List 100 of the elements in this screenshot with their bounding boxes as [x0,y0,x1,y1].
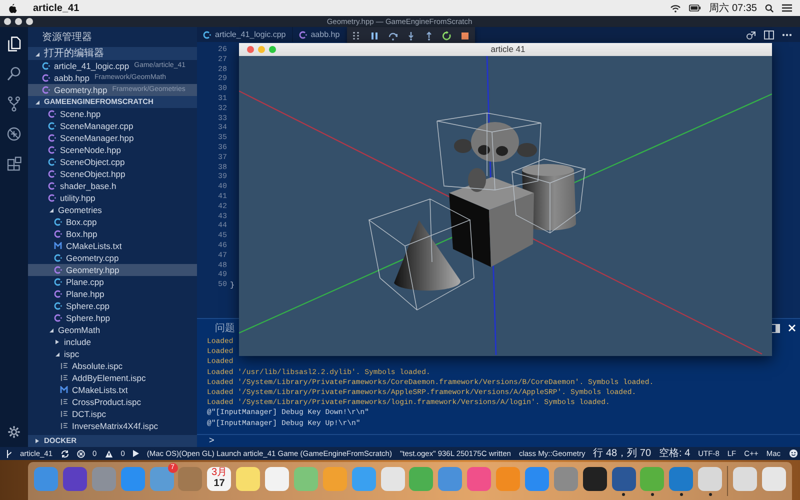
file-item[interactable]: Box.hpp [28,228,197,240]
files-icon[interactable] [5,35,23,53]
clock[interactable]: 周六 07:35 [709,0,757,16]
play-icon[interactable] [132,450,139,457]
folder-item[interactable]: Geometries [28,204,197,216]
file-item[interactable]: CMakeLists.txt [28,240,197,252]
folder-item[interactable]: ispc [28,348,197,360]
calendar-day: 17 [214,478,225,489]
step-out-icon[interactable] [424,30,434,40]
file-icon [48,134,56,142]
file-icon [60,374,68,382]
folder-item[interactable]: GeomMath [28,324,197,336]
stop-icon[interactable] [460,30,470,40]
file-item[interactable]: DCT.ispc [28,408,197,420]
file-item[interactable]: Geometry.hpp [28,264,197,276]
file-item[interactable]: Scene.hpp [28,108,197,120]
sync-icon[interactable] [60,450,69,458]
close-icon[interactable] [788,324,796,332]
file-icon [54,314,62,322]
file-item[interactable]: Geometry.cpp [28,252,197,264]
warning-icon [104,450,113,458]
file-item[interactable]: Box.cpp [28,216,197,228]
file-item[interactable]: SceneObject.cpp [28,156,197,168]
file-icon [42,74,50,82]
file-item[interactable]: AddByElement.ispc [28,372,197,384]
caret-icon[interactable] [34,50,40,56]
smiley-icon[interactable] [788,449,798,458]
file-item[interactable]: utility.hpp [28,192,197,204]
file-item[interactable]: CrossProduct.ispc [28,396,197,408]
file-icon [54,254,62,262]
file-icon [298,30,307,38]
app-name[interactable]: article_41 [33,0,80,16]
file-item[interactable]: InverseMatrix4X4f.ispc [28,420,197,432]
more-actions-icon[interactable] [782,32,792,36]
file-icon [60,422,68,430]
caret-icon[interactable] [48,327,54,333]
file-item[interactable]: SceneManager.cpp [28,120,197,132]
source-control-icon[interactable] [5,95,23,113]
step-into-icon[interactable] [406,30,416,40]
file-item[interactable]: Plane.hpp [28,288,197,300]
editor-tab[interactable]: article_41_logic.cpp [197,27,293,42]
file-icon [48,146,56,154]
split-editor-icon[interactable] [764,30,774,40]
branch-icon [6,450,12,458]
file-icon [54,242,62,250]
calendar-month: 3月 [211,468,228,478]
maximize-panel-icon[interactable] [771,324,780,332]
file-icon [54,278,62,286]
app-icon[interactable] [612,466,636,490]
editor-tab[interactable]: aabb.hp [292,27,340,42]
file-item[interactable]: CMakeLists.txt [28,384,197,396]
file-icon [54,230,62,238]
file-item[interactable]: SceneObject.hpp [28,168,197,180]
file-icon [54,290,62,298]
menu-icon[interactable] [782,4,792,12]
window-title: article 41 [490,43,526,56]
apple-logo-icon [8,3,17,13]
panel-tab[interactable]: 问题 [215,320,235,336]
status-item[interactable]: 行 48，列 70 [593,446,652,461]
caret-icon[interactable] [48,207,54,213]
file-item[interactable]: SceneNode.hpp [28,144,197,156]
file-icon [60,410,68,418]
file-icon [48,194,56,202]
file-icon [48,122,56,130]
compare-changes-icon[interactable] [746,30,756,40]
file-item[interactable]: shader_base.h [28,180,197,192]
file-icon [54,302,62,310]
step-over-icon[interactable] [388,30,398,40]
debug-icon[interactable] [5,125,23,143]
file-icon [54,266,62,274]
file-icon [54,218,62,226]
pause-icon[interactable] [370,30,380,40]
caret-icon[interactable] [34,99,40,105]
file-icon [48,158,56,166]
file-item[interactable]: Sphere.hpp [28,312,197,324]
search-icon[interactable] [5,65,23,83]
error-icon [76,450,85,458]
caret-icon[interactable] [34,438,40,444]
calendar-icon[interactable]: 3月 17 [207,466,232,490]
app-icon[interactable] [582,466,607,490]
file-item[interactable]: Sphere.cpp [28,300,197,312]
wifi-icon[interactable] [670,4,682,12]
file-item[interactable]: Plane.cpp [28,276,197,288]
folder-item[interactable]: include [28,336,197,348]
settings-icon[interactable] [7,425,21,439]
caret-icon[interactable] [54,339,60,345]
battery-icon[interactable] [689,4,702,12]
drag-handle-icon[interactable] [352,30,362,40]
cone-drawing [394,220,460,291]
file-item[interactable]: Absolute.ispc [28,360,197,372]
explorer-title: 资源管理器 [42,30,92,44]
extensions-icon[interactable] [5,155,23,173]
file-icon [48,170,56,178]
caret-icon[interactable] [54,351,60,357]
search-icon[interactable] [765,4,774,12]
status-item[interactable]: 空格: 4 [659,446,690,461]
file-icon [60,386,68,394]
console-prompt[interactable]: > [209,434,214,448]
restart-icon[interactable] [442,30,452,40]
file-item[interactable]: SceneManager.hpp [28,132,197,144]
